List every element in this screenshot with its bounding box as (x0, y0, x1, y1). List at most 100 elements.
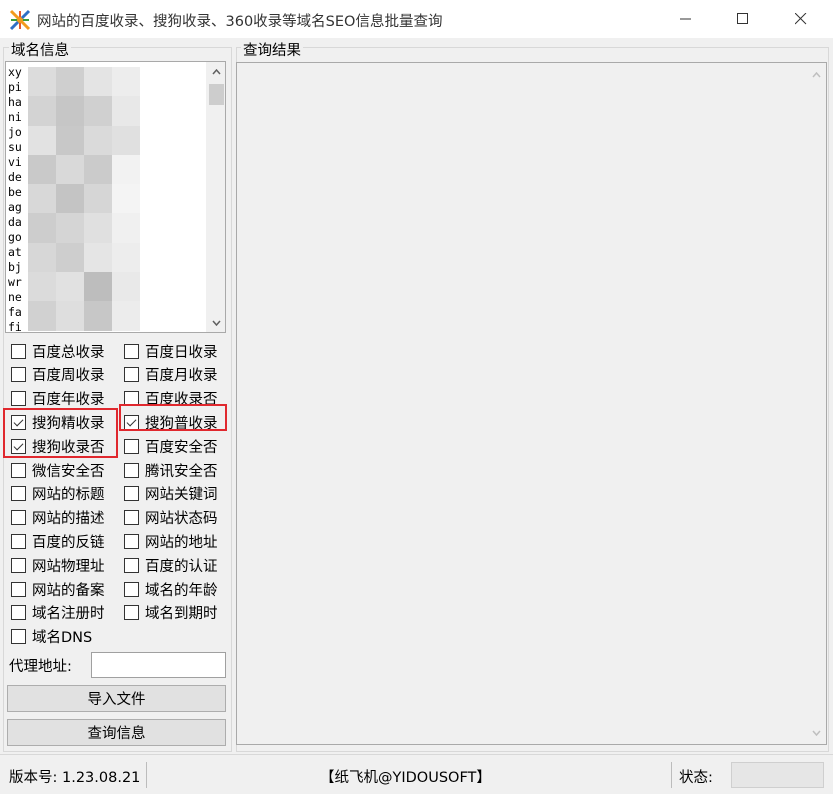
option-checkbox[interactable]: 百度年收录 (11, 389, 105, 409)
checkbox-unchecked-icon[interactable] (11, 533, 26, 549)
query-result-title: 查询结果 (241, 39, 303, 60)
checkbox-unchecked-icon[interactable] (11, 391, 26, 407)
option-checkbox[interactable]: 微信安全否 (11, 460, 105, 480)
domain-list[interactable]: xypi .comhanijo msu mvi .omdebeagda comg… (5, 61, 226, 333)
scroll-down-button[interactable] (207, 314, 225, 331)
option-label: 网站物理址 (32, 558, 105, 575)
checkbox-unchecked-icon[interactable] (124, 533, 139, 549)
checkbox-unchecked-icon[interactable] (124, 581, 139, 597)
option-checkbox[interactable]: 百度的认证 (124, 555, 218, 575)
option-label: 网站的地址 (145, 534, 218, 551)
checkbox-unchecked-icon[interactable] (124, 438, 139, 454)
option-checkbox[interactable]: 百度安全否 (124, 436, 218, 456)
checkbox-unchecked-icon[interactable] (11, 581, 26, 597)
maximize-button[interactable] (720, 0, 766, 38)
option-label: 百度的反链 (32, 534, 105, 551)
option-checkbox[interactable]: 百度日收录 (124, 341, 218, 361)
domain-info-title: 域名信息 (9, 39, 71, 60)
option-checkbox[interactable]: 百度月收录 (124, 365, 218, 385)
minimize-button[interactable] (663, 0, 709, 38)
option-checkbox[interactable]: 网站的描述 (11, 508, 105, 528)
option-checkbox[interactable]: 网站状态码 (124, 508, 218, 528)
checkbox-unchecked-icon[interactable] (124, 367, 139, 383)
status-label: 状态: (679, 770, 713, 786)
option-checkbox[interactable]: 网站物理址 (11, 555, 105, 575)
option-checkbox[interactable]: 腾讯安全否 (124, 460, 218, 480)
result-textarea[interactable] (236, 62, 827, 745)
title-bar: 网站的百度收录、搜狗收录、360收录等域名SEO信息批量查询 (0, 0, 833, 38)
result-scroll-down-button[interactable] (807, 724, 826, 741)
close-icon (795, 13, 807, 25)
domain-list-scrollbar[interactable] (206, 62, 225, 332)
version-text: 版本号: 1.23.08.21 (9, 770, 141, 786)
option-label: 腾讯安全否 (145, 463, 218, 480)
option-label: 网站状态码 (145, 511, 218, 528)
checkbox-unchecked-icon[interactable] (124, 343, 139, 359)
option-label: 百度周收录 (32, 368, 105, 385)
checkbox-unchecked-icon[interactable] (124, 557, 139, 573)
checkbox-unchecked-icon[interactable] (11, 629, 26, 645)
checkbox-unchecked-icon[interactable] (11, 462, 26, 478)
close-button[interactable] (778, 0, 824, 38)
option-label: 百度总收录 (32, 344, 105, 361)
option-checkbox[interactable]: 百度总收录 (11, 341, 105, 361)
option-label: 百度安全否 (145, 439, 218, 456)
pixelated-overlay (28, 67, 140, 331)
option-checkbox[interactable]: 网站的备案 (11, 579, 105, 599)
option-label: 网站的备案 (32, 582, 105, 599)
checkbox-unchecked-icon[interactable] (11, 486, 26, 502)
result-scrollbar[interactable] (807, 63, 826, 744)
option-checkbox[interactable]: 百度的反链 (11, 531, 105, 551)
option-label: 网站关键词 (145, 487, 218, 504)
checkbox-unchecked-icon[interactable] (124, 510, 139, 526)
option-label: 百度年收录 (32, 392, 105, 409)
maximize-icon (737, 13, 748, 24)
option-checkbox[interactable]: 网站关键词 (124, 484, 218, 504)
proxy-label: 代理地址: (9, 659, 72, 675)
option-checkbox[interactable]: 域名到期时 (124, 603, 218, 623)
proxy-input[interactable] (91, 652, 226, 678)
status-field (731, 762, 824, 788)
app-logo-icon (9, 9, 31, 31)
chevron-up-icon (812, 71, 821, 77)
checkbox-unchecked-icon[interactable] (124, 486, 139, 502)
option-label: 域名的年龄 (145, 582, 218, 599)
option-label: 域名注册时 (32, 606, 105, 623)
checkbox-unchecked-icon[interactable] (11, 343, 26, 359)
option-label: 百度的认证 (145, 558, 218, 575)
option-label: 域名到期时 (145, 606, 218, 623)
option-label: 域名DNS (32, 630, 93, 647)
checkbox-unchecked-icon[interactable] (11, 557, 26, 573)
option-label: 网站的标题 (32, 487, 105, 504)
import-file-button[interactable]: 导入文件 (7, 685, 226, 712)
checkbox-unchecked-icon[interactable] (124, 605, 139, 621)
option-label: 微信安全否 (32, 463, 105, 480)
window-title: 网站的百度收录、搜狗收录、360收录等域名SEO信息批量查询 (37, 14, 443, 30)
chevron-down-icon (812, 730, 821, 736)
status-separator (671, 762, 672, 788)
minimize-icon (680, 18, 691, 20)
status-bar: 版本号: 1.23.08.21 【纸飞机@YIDOUSOFT】 状态: (0, 754, 833, 794)
checkbox-unchecked-icon[interactable] (11, 605, 26, 621)
scroll-thumb[interactable] (209, 84, 224, 105)
option-checkbox[interactable]: 网站的标题 (11, 484, 105, 504)
chevron-up-icon (212, 68, 221, 74)
checkbox-unchecked-icon[interactable] (11, 367, 26, 383)
result-scroll-up-button[interactable] (807, 66, 826, 83)
company-text: 【纸飞机@YIDOUSOFT】 (320, 770, 491, 786)
option-checkbox[interactable]: 域名DNS (11, 627, 92, 647)
scroll-up-button[interactable] (207, 63, 225, 80)
checkbox-unchecked-icon[interactable] (11, 510, 26, 526)
checkbox-unchecked-icon[interactable] (124, 462, 139, 478)
highlight-box-right (119, 404, 227, 431)
status-separator (146, 762, 147, 788)
query-info-button[interactable]: 查询信息 (7, 719, 226, 746)
highlight-box-left (3, 408, 118, 458)
option-checkbox[interactable]: 网站的地址 (124, 531, 218, 551)
option-checkbox[interactable]: 百度周收录 (11, 365, 105, 385)
option-label: 网站的描述 (32, 511, 105, 528)
option-checkbox[interactable]: 域名的年龄 (124, 579, 218, 599)
option-label: 百度日收录 (145, 344, 218, 361)
chevron-down-icon (212, 320, 221, 326)
option-checkbox[interactable]: 域名注册时 (11, 603, 105, 623)
